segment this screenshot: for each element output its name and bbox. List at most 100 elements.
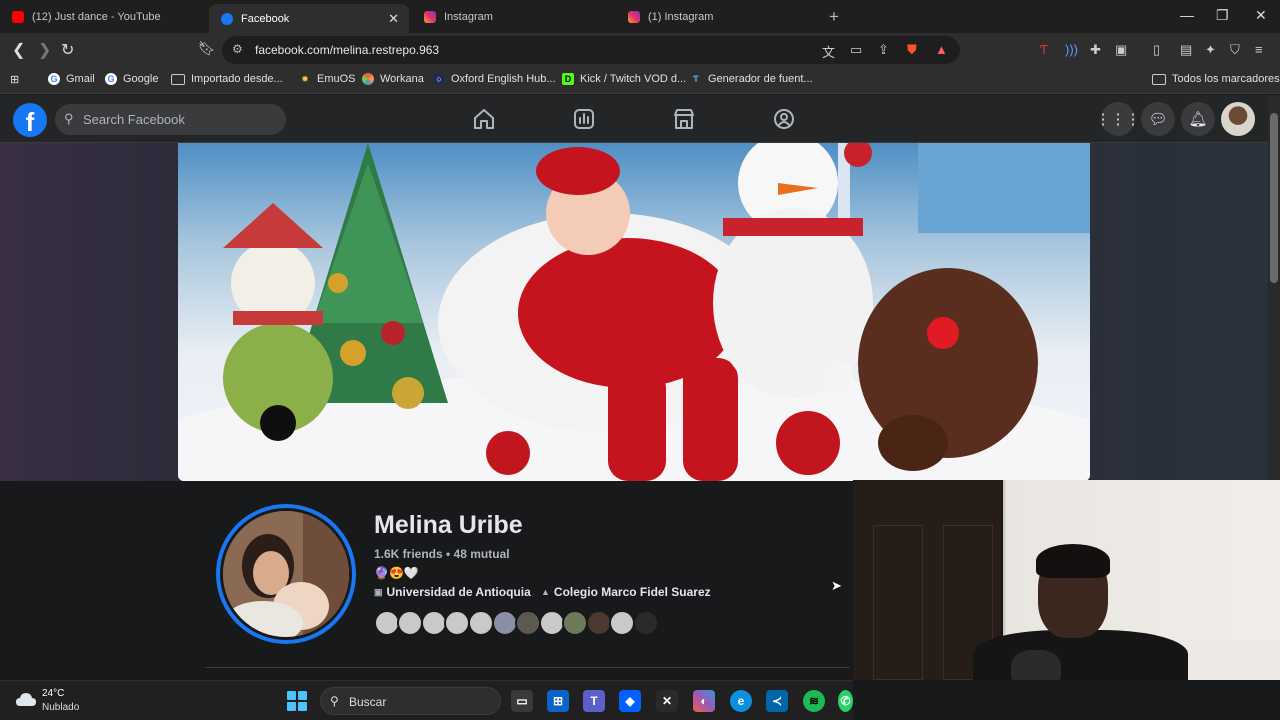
friend-avatar[interactable] bbox=[444, 610, 470, 636]
menu-icon[interactable]: ≡ bbox=[1255, 42, 1263, 57]
marketplace-icon[interactable] bbox=[671, 106, 697, 132]
profile-divider bbox=[205, 667, 850, 668]
bookmark-workana[interactable]: Workana bbox=[362, 73, 424, 85]
close-window-icon[interactable]: ✕ bbox=[1255, 7, 1267, 24]
friend-avatar[interactable] bbox=[633, 610, 659, 636]
weather-condition[interactable]: Nublado bbox=[42, 702, 79, 713]
teams-icon[interactable]: T bbox=[583, 690, 605, 712]
bookmark-imported-folder[interactable]: Importado desde... bbox=[171, 73, 283, 85]
translate-icon[interactable]: 文 bbox=[822, 42, 835, 61]
profile-picture[interactable] bbox=[216, 504, 356, 644]
brave-rewards-icon[interactable]: ▲ bbox=[935, 42, 948, 57]
tab-youtube[interactable]: (12) Just dance - YouTube bbox=[0, 0, 205, 33]
tab-instagram-2[interactable]: (1) Instagram bbox=[616, 0, 821, 33]
education-college[interactable]: ▲ Colegio Marco Fidel Suarez bbox=[541, 585, 711, 599]
extensions-icon[interactable]: ✚ bbox=[1090, 42, 1101, 58]
windows-taskbar: 24°C Nublado ⚲ Buscar ▭ ⊞ T ◆ ✕ ◐ e ≺ ≋ … bbox=[0, 680, 853, 720]
friend-avatar[interactable] bbox=[609, 610, 635, 636]
bookmark-font-generator[interactable]: Ƭ Generador de fuent... bbox=[690, 73, 812, 85]
scrollbar-thumb[interactable] bbox=[1270, 113, 1278, 283]
bookmark-icon[interactable]: 🔖︎ bbox=[198, 40, 216, 57]
wallet-icon[interactable]: ▤ bbox=[1180, 42, 1192, 58]
bookmark-oxford[interactable]: ○ Oxford English Hub... bbox=[433, 73, 556, 85]
friend-avatar[interactable] bbox=[515, 610, 541, 636]
audio-extension-icon[interactable]: ))) bbox=[1065, 42, 1078, 57]
bookmark-google[interactable]: G Google bbox=[105, 73, 158, 85]
instagram-icon bbox=[628, 10, 640, 23]
vscode-icon[interactable]: ≺ bbox=[766, 690, 788, 712]
profile-picture-image bbox=[220, 508, 352, 640]
weather-temperature[interactable]: 24°C bbox=[42, 688, 64, 699]
site-info-icon[interactable]: ⚙ bbox=[232, 42, 243, 56]
notifications-icon[interactable]: 🔔︎ bbox=[1181, 102, 1215, 136]
all-bookmarks-folder[interactable]: Todos los marcadores bbox=[1152, 73, 1280, 85]
friend-avatar[interactable] bbox=[397, 610, 423, 636]
webcam-bed bbox=[1175, 640, 1280, 680]
cloud-icon[interactable] bbox=[15, 691, 37, 707]
friend-avatar[interactable] bbox=[562, 610, 588, 636]
screenshot-icon[interactable]: ▣ bbox=[1115, 42, 1127, 58]
tab-title: (1) Instagram bbox=[648, 10, 714, 23]
microsoft-store-icon[interactable]: ⊞ bbox=[547, 690, 569, 712]
address-bar[interactable]: ⚙ facebook.com/melina.restrepo.963 文 ▭ ⇪… bbox=[222, 36, 960, 64]
tab-title: Facebook bbox=[241, 12, 290, 25]
cover-photo[interactable] bbox=[178, 143, 1090, 481]
friends-count[interactable]: 1.6K friends • 48 mutual bbox=[374, 547, 510, 561]
education-university[interactable]: ▣ Universidad de Antioquia bbox=[374, 585, 531, 599]
restore-icon[interactable]: ❐ bbox=[1216, 7, 1229, 24]
browser-toolbar: ❮ ❯ ↻ 🔖︎ ⚙ facebook.com/melina.restrepo.… bbox=[0, 33, 1280, 67]
sidebar-icon[interactable]: ▯ bbox=[1153, 42, 1160, 58]
friend-avatar[interactable] bbox=[468, 610, 494, 636]
bookmark-kick-twitch[interactable]: D Kick / Twitch VOD d... bbox=[562, 73, 686, 85]
kick-icon: D bbox=[562, 73, 574, 85]
url-text: facebook.com/melina.restrepo.963 bbox=[255, 43, 440, 57]
copilot-icon[interactable]: ◐ bbox=[693, 690, 715, 712]
minimize-icon[interactable]: — bbox=[1180, 7, 1194, 23]
browser-tab-strip: (12) Just dance - YouTube Facebook ✕ Ins… bbox=[0, 0, 1280, 33]
dropbox-icon[interactable]: ◆ bbox=[619, 690, 641, 712]
bookmark-emuos[interactable]: ✹ EmuOS bbox=[299, 73, 355, 85]
tab-facebook[interactable]: Facebook ✕ bbox=[209, 4, 409, 33]
leo-ai-icon[interactable]: ✦ bbox=[1205, 42, 1216, 58]
brave-shield-icon[interactable]: ⛊ bbox=[907, 42, 917, 58]
close-tab-icon[interactable]: ✕ bbox=[388, 11, 399, 27]
facebook-icon bbox=[221, 12, 233, 25]
facebook-search-input[interactable]: ⚲ Search Facebook bbox=[55, 104, 286, 135]
edge-icon[interactable]: e bbox=[730, 690, 752, 712]
windows-logo-icon bbox=[287, 691, 296, 700]
home-icon[interactable] bbox=[471, 106, 497, 132]
messenger-icon[interactable]: 💬︎ bbox=[1141, 102, 1175, 136]
folder-icon bbox=[1152, 73, 1166, 85]
start-button[interactable] bbox=[287, 691, 307, 711]
share-icon[interactable]: ⇪ bbox=[878, 42, 889, 58]
vpn-icon[interactable]: ⛉ bbox=[1230, 42, 1240, 58]
account-avatar[interactable] bbox=[1221, 102, 1255, 136]
reload-icon[interactable]: ↻ bbox=[61, 40, 74, 60]
search-icon: ⚲ bbox=[330, 694, 339, 708]
webcam-microphone bbox=[1011, 650, 1061, 680]
back-icon[interactable]: ❮ bbox=[12, 40, 25, 60]
forward-icon[interactable]: ❯ bbox=[38, 40, 51, 60]
cover-photo-illustration bbox=[178, 143, 1090, 481]
extension-icon[interactable]: Ƭ bbox=[1040, 42, 1048, 57]
google-icon: G bbox=[105, 73, 117, 85]
school-icon: ▲ bbox=[541, 587, 550, 597]
menu-grid-icon[interactable]: ⋮⋮⋮ bbox=[1096, 102, 1141, 136]
webcam-cabinet-door bbox=[873, 525, 923, 680]
taskbar-search-placeholder: Buscar bbox=[349, 695, 387, 709]
taskbar-search-input[interactable]: ⚲ Buscar bbox=[320, 687, 501, 715]
school-icon: ▣ bbox=[374, 586, 383, 597]
spotify-icon[interactable]: ≋ bbox=[803, 690, 825, 712]
xbox-icon[interactable]: ✕ bbox=[656, 690, 678, 712]
groups-icon[interactable] bbox=[771, 106, 797, 132]
cast-icon[interactable]: ▭ bbox=[850, 42, 862, 58]
facebook-header: f ⚲ Search Facebook ⋮⋮⋮ 💬︎ 🔔︎ bbox=[0, 95, 1268, 143]
bookmark-gmail[interactable]: G Gmail bbox=[48, 73, 95, 85]
tab-instagram[interactable]: Instagram bbox=[412, 0, 612, 33]
task-view-icon[interactable]: ▭ bbox=[511, 690, 533, 712]
apps-icon[interactable]: ⊞ bbox=[10, 73, 19, 86]
feeds-icon[interactable] bbox=[571, 106, 597, 132]
whatsapp-icon[interactable]: ✆ bbox=[838, 690, 853, 712]
new-tab-button[interactable]: + bbox=[829, 7, 839, 27]
facebook-logo-icon[interactable]: f bbox=[13, 103, 47, 137]
